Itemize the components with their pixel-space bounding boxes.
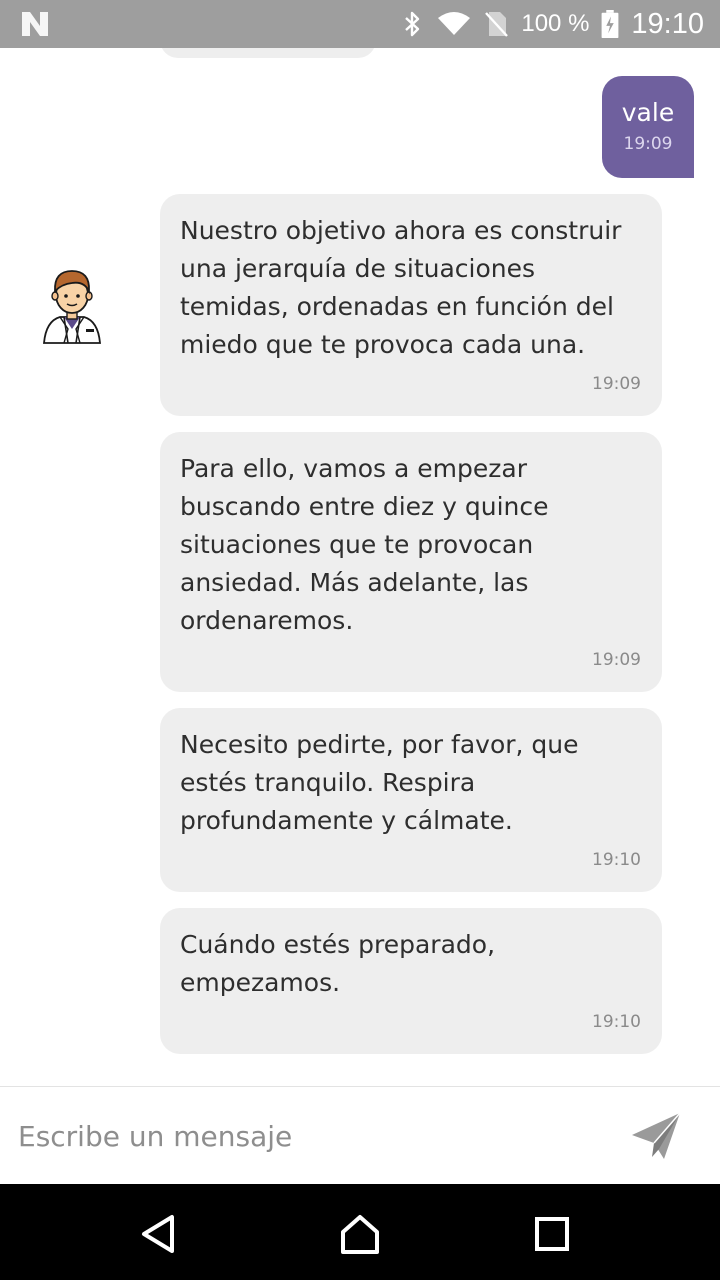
bot-message-bubble[interactable]: Nuestro objetivo ahora es construir una …: [160, 194, 662, 416]
back-icon[interactable]: [138, 1212, 182, 1256]
n-logo-icon: [22, 12, 48, 36]
no-sim-icon: [485, 12, 509, 37]
message-time: 19:10: [592, 850, 641, 870]
bot-message-bubble[interactable]: Para ello, vamos a empezar buscando entr…: [160, 432, 662, 692]
bot-message-bubble[interactable]: Necesito pedirte, por favor, que estés t…: [160, 708, 662, 892]
message-time: 19:10: [592, 1012, 641, 1032]
navigation-bar: [0, 1184, 720, 1280]
home-icon[interactable]: [338, 1212, 382, 1256]
message-text: vale: [621, 98, 675, 127]
message-time: 19:09: [592, 650, 641, 670]
message-input[interactable]: [16, 1109, 600, 1163]
message-time: 19:09: [592, 374, 641, 394]
message-text: Para ello, vamos a empezar buscando entr…: [180, 454, 549, 635]
recents-icon[interactable]: [530, 1212, 574, 1256]
user-message-bubble[interactable]: vale 19:09: [602, 76, 694, 178]
send-icon[interactable]: [628, 1109, 684, 1163]
status-time: 19:10: [631, 7, 704, 40]
chat-area[interactable]: vale 19:09 Nuestro objetivo ahora es con…: [0, 48, 720, 1086]
doctor-avatar-icon: [43, 270, 101, 344]
message-composer: [0, 1086, 720, 1185]
message-text: Nuestro objetivo ahora es construir una …: [180, 216, 622, 359]
wifi-icon: [438, 12, 471, 35]
battery-percent: 100 %: [521, 10, 590, 37]
status-bar: 100 % 19:10: [0, 0, 720, 48]
bot-message-bubble[interactable]: Cuándo estés preparado, empezamos. 19:10: [160, 908, 662, 1054]
previous-message-bubble: [160, 48, 376, 58]
message-text: Necesito pedirte, por favor, que estés t…: [180, 730, 579, 835]
battery-charging-icon: [602, 10, 619, 38]
bluetooth-icon: [405, 11, 420, 37]
message-time: 19:09: [623, 134, 673, 154]
message-text: Cuándo estés preparado, empezamos.: [180, 930, 496, 997]
